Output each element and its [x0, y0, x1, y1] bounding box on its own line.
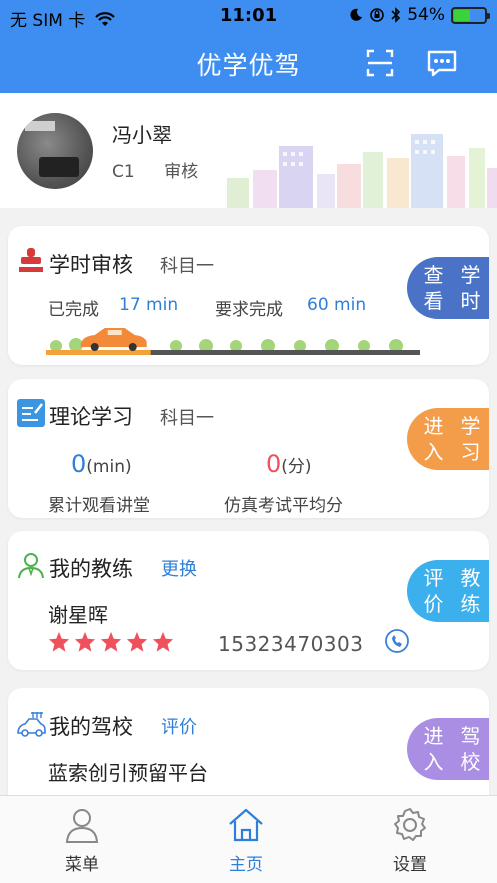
enter-study-button[interactable]: 进入 学习: [407, 408, 489, 470]
status-bar: 无 SIM 卡 11:01 54%: [0, 0, 497, 32]
study-progress-road: [46, 328, 420, 355]
road-progress-fill: [46, 350, 151, 355]
coach-icon: [18, 553, 44, 579]
notebook-icon: [17, 399, 45, 427]
city-skyline-illustration: [227, 134, 497, 208]
required-value: 60 min: [307, 295, 367, 315]
tab-home[interactable]: 主页: [191, 806, 301, 875]
star-icon: [74, 631, 96, 652]
enter-study-button-line2: 学习: [460, 414, 481, 464]
required-label: 要求完成: [215, 300, 283, 320]
page-title: 优学优驾: [196, 51, 301, 80]
user-icon: [65, 809, 99, 843]
change-coach-link[interactable]: 更换: [161, 555, 197, 581]
rate-coach-button[interactable]: 评价 教练: [407, 560, 489, 622]
view-hours-button[interactable]: 查看 学时: [407, 257, 489, 319]
bluetooth-icon: [391, 7, 401, 23]
tab-menu-label: 菜单: [65, 855, 99, 875]
school-car-icon: [17, 712, 46, 737]
home-icon: [229, 808, 263, 842]
theory-subject: 科目一: [160, 408, 214, 429]
view-hours-button-line2: 学时: [460, 263, 481, 313]
completed-value: 17 min: [119, 295, 179, 315]
enter-school-button-line1: 进入: [423, 724, 444, 774]
coach-card: 我的教练 更换 谢星晖 15323470303 评价 教练: [8, 531, 489, 670]
moon-icon: [350, 8, 363, 21]
tab-settings-label: 设置: [393, 855, 427, 875]
tab-bar: 菜单 主页 设置: [0, 795, 497, 883]
avatar[interactable]: [17, 113, 93, 189]
tab-settings[interactable]: 设置: [355, 806, 465, 875]
star-icon: [48, 631, 70, 652]
scan-icon[interactable]: [363, 46, 397, 80]
watch-value: 0: [71, 450, 87, 478]
battery-percent: 54%: [407, 5, 445, 25]
profile-panel: 冯小翠 C1 审核: [0, 93, 497, 208]
tab-menu[interactable]: 菜单: [27, 806, 137, 875]
coach-name: 谢星晖: [48, 603, 108, 627]
theory-study-card: 理论学习 科目一 0(min) 累计观看讲堂 0(分) 仿真考试平均分 进入 学…: [8, 379, 489, 518]
study-hours-title: 学时审核: [49, 253, 133, 277]
profile-meta: C1 审核: [112, 157, 222, 182]
exam-label: 仿真考试平均分: [224, 496, 343, 516]
exam-stat: 0(分): [266, 450, 312, 478]
star-icon: [152, 631, 174, 652]
phone-call-icon[interactable]: [384, 628, 410, 654]
enter-study-button-line1: 进入: [423, 414, 444, 464]
completed-label: 已完成: [48, 300, 99, 320]
gear-icon: [394, 808, 426, 841]
stamp-icon: [19, 248, 43, 272]
theory-title: 理论学习: [49, 405, 133, 429]
school-title: 我的驾校: [49, 715, 133, 739]
star-icon: [100, 631, 122, 652]
rate-coach-button-line2: 教练: [460, 566, 481, 616]
star-icon: [126, 631, 148, 652]
enter-school-button-line2: 驾校: [460, 724, 481, 774]
coach-title: 我的教练: [49, 557, 133, 581]
watch-label: 累计观看讲堂: [48, 496, 150, 516]
battery-icon: [451, 6, 490, 24]
coach-phone: 15323470303: [218, 632, 364, 656]
orientation-lock-icon: [370, 8, 385, 22]
rate-coach-button-line1: 评价: [423, 566, 444, 616]
study-hours-card: 学时审核 科目一 已完成 17 min 要求完成 60 min 查看 学时: [8, 226, 489, 365]
coach-rating: [48, 631, 174, 653]
status-right: 54%: [349, 5, 490, 25]
enter-school-button[interactable]: 进入 驾校: [407, 718, 489, 780]
nav-bar: 优学优驾: [0, 32, 497, 93]
license-type: C1: [112, 162, 135, 182]
rate-school-link[interactable]: 评价: [161, 713, 197, 739]
school-name: 蓝索创引预留平台: [48, 761, 208, 785]
message-icon[interactable]: [425, 46, 459, 80]
view-hours-button-line1: 查看: [423, 263, 444, 313]
exam-value: 0: [266, 450, 282, 478]
watch-stat: 0(min): [71, 450, 132, 478]
tab-home-label: 主页: [229, 855, 263, 875]
study-hours-subject: 科目一: [160, 256, 214, 277]
watch-unit: (min): [86, 457, 132, 477]
car-icon: [80, 328, 147, 351]
exam-unit: (分): [281, 457, 312, 477]
profile-name: 冯小翠: [112, 123, 172, 147]
profile-status: 审核: [164, 162, 199, 182]
